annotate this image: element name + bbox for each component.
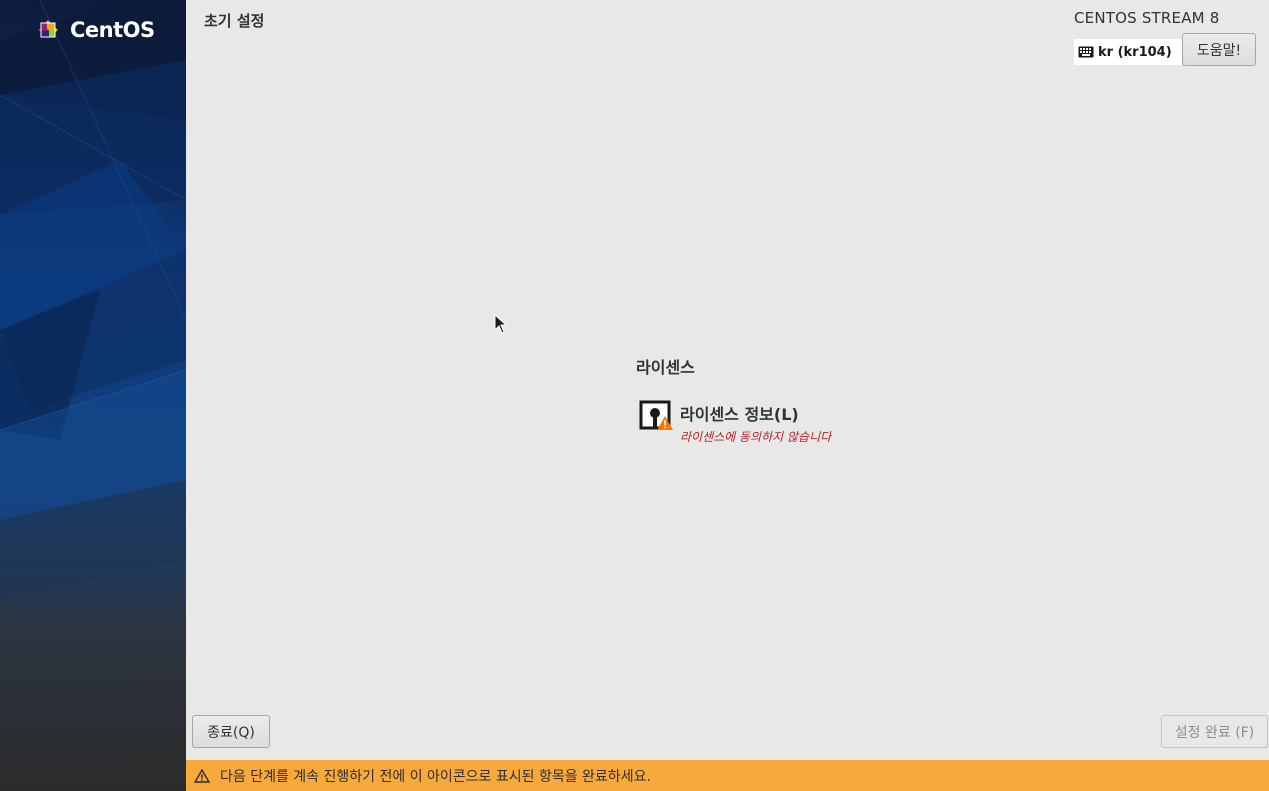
sidebar-background	[0, 0, 186, 791]
quit-button[interactable]: 종료(Q)	[192, 715, 270, 748]
keyboard-icon	[1078, 46, 1094, 58]
sidebar: CentOS	[0, 0, 186, 791]
help-button[interactable]: 도움말!	[1182, 33, 1256, 66]
license-info-spoke[interactable]: 라이센스 정보(L) 라이센스에 동의하지 않습니다	[638, 398, 831, 445]
page-title: 초기 설정	[204, 12, 265, 30]
license-info-title: 라이센스 정보(L)	[680, 405, 799, 424]
keyboard-layout-indicator[interactable]: kr (kr104)	[1074, 39, 1182, 65]
mouse-cursor-icon	[494, 314, 508, 334]
keyboard-layout-label: kr (kr104)	[1098, 44, 1172, 60]
warning-message: 다음 단계를 계속 진행하기 전에 이 아이콘으로 표시된 항목을 완료하세요.	[220, 768, 651, 785]
section-title: 라이센스	[636, 358, 695, 377]
centos-logo: CentOS	[32, 14, 155, 46]
product-name: CENTOS STREAM 8	[1074, 9, 1220, 27]
warning-icon	[194, 768, 210, 783]
centos-logo-text: CentOS	[70, 18, 155, 42]
warning-bar: 다음 단계를 계속 진행하기 전에 이 아이콘으로 표시된 항목을 완료하세요.	[186, 760, 1269, 791]
license-status: 라이센스에 동의하지 않습니다	[680, 430, 832, 444]
main-panel: 초기 설정 CENTOS STREAM 8 kr (kr104) 도움말! 라이…	[186, 0, 1269, 791]
centos-emblem-icon	[38, 20, 58, 40]
license-icon	[638, 398, 674, 434]
finish-configuration-button[interactable]: 설정 완료 (F)	[1161, 715, 1268, 748]
